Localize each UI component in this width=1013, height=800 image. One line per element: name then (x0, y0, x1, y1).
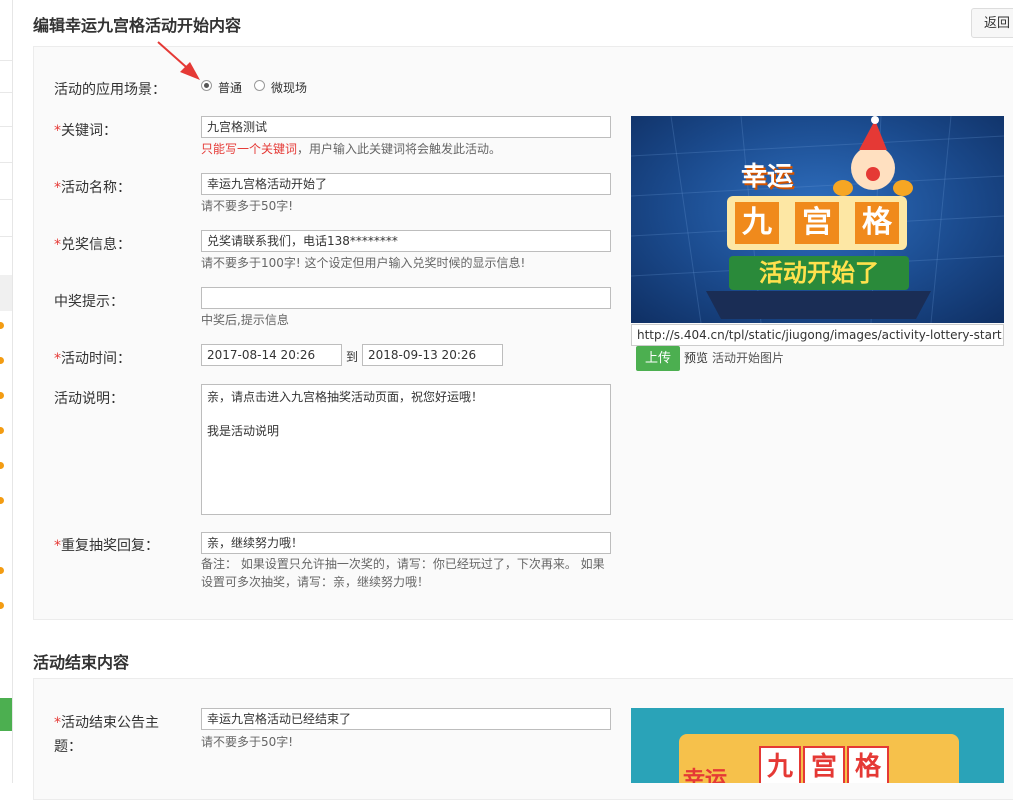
end-banner-char-2: 宫 (803, 746, 845, 783)
end-banner-char-1: 九 (759, 746, 801, 783)
win-tip-hint: 中奖后,提示信息 (201, 313, 289, 327)
activity-name-label: *活动名称： (54, 180, 131, 196)
activity-time-label: *活动时间： (54, 351, 131, 367)
end-notice-label-line2: 题： (54, 739, 82, 755)
page-title: 编辑幸运九宫格活动开始内容 (33, 16, 242, 35)
prize-info-label: *兑奖信息： (54, 237, 131, 253)
start-time-input[interactable]: 2017-08-14 20:26 (201, 344, 342, 366)
end-image-preview: 幸运 九 宫 格 (631, 708, 1004, 783)
scene-label: 活动的应用场景： (54, 82, 166, 98)
sidebar-dot-icon (0, 357, 4, 364)
preview-link[interactable]: 预览 (684, 349, 708, 366)
scene-option-normal[interactable]: 普通 (218, 79, 242, 96)
required-mark: * (54, 123, 61, 139)
end-notice-label: *活动结束公告主 (54, 715, 159, 731)
end-time-input[interactable]: 2018-09-13 20:26 (362, 344, 503, 366)
sidebar-dot-icon (0, 462, 4, 469)
sidebar-edge (0, 0, 13, 783)
sidebar-dot-icon (0, 602, 4, 609)
end-notice-hint: 请不要多于50字! (201, 735, 294, 749)
win-tip-label: 中奖提示： (54, 294, 124, 310)
sidebar-green-item[interactable] (0, 698, 12, 731)
keyword-hint: 只能写一个关键词，用户输入此关键词将会触发此活动。 (201, 142, 502, 156)
start-image-url-input[interactable]: http://s.404.cn/tpl/static/jiugong/image… (631, 324, 1004, 346)
activity-name-input[interactable]: 幸运九宫格活动开始了 (201, 173, 611, 195)
banner-char-1: 九 (735, 202, 779, 244)
keyword-input[interactable]: 九宫格测试 (201, 116, 611, 138)
time-separator: 到 (346, 350, 359, 364)
scene-radio-normal[interactable] (201, 80, 212, 91)
sidebar-dot-icon (0, 392, 4, 399)
prize-info-hint: 请不要多于100字! 这个设定但用户输入兑奖时候的显示信息! (201, 256, 526, 270)
end-section-title: 活动结束内容 (33, 653, 130, 672)
banner-char-3: 格 (855, 202, 899, 244)
sidebar-dot-icon (0, 497, 4, 504)
banner-title-line1: 幸运 (741, 162, 794, 192)
end-notice-input[interactable]: 幸运九宫格活动已经结束了 (201, 708, 611, 730)
prize-info-input[interactable]: 兑奖请联系我们，电话138******** (201, 230, 611, 252)
banner-char-2: 宫 (795, 202, 839, 244)
sidebar-dot-icon (0, 427, 4, 434)
win-tip-input[interactable] (201, 287, 611, 309)
keyword-label: *关键词： (54, 123, 117, 139)
repeat-reply-hint-1: 备注： 如果设置只允许抽一次奖的，请写：你已经玩过了，下次再来。 如果 (201, 557, 605, 571)
back-button[interactable]: 返回 (971, 8, 1013, 38)
sidebar-dot-icon (0, 322, 4, 329)
banner-title-line3: 活动开始了 (729, 256, 909, 290)
start-image-preview: 幸运 九 宫 格 活动开始了 (631, 116, 1004, 323)
scene-option-microsite[interactable]: 微现场 (271, 79, 307, 96)
upload-button[interactable]: 上传 (636, 346, 680, 371)
start-image-caption: 活动开始图片 (712, 351, 785, 365)
sidebar-dot-icon (0, 567, 4, 574)
sidebar-selected-item[interactable] (0, 275, 12, 311)
repeat-reply-label: *重复抽奖回复： (54, 538, 159, 554)
activity-name-hint: 请不要多于50字! (201, 199, 294, 213)
repeat-reply-input[interactable]: 亲，继续努力哦！ (201, 532, 611, 554)
end-banner-line1: 幸运 (683, 768, 728, 783)
end-banner-char-3: 格 (847, 746, 889, 783)
description-textarea[interactable]: 亲，请点击进入九宫格抽奖活动页面，祝您好运哦！ 我是活动说明 (201, 384, 611, 515)
description-label: 活动说明： (54, 391, 124, 407)
repeat-reply-hint-2: 设置可多次抽奖，请写：亲，继续努力哦！ (201, 575, 430, 589)
scene-radio-microsite[interactable] (254, 80, 265, 91)
